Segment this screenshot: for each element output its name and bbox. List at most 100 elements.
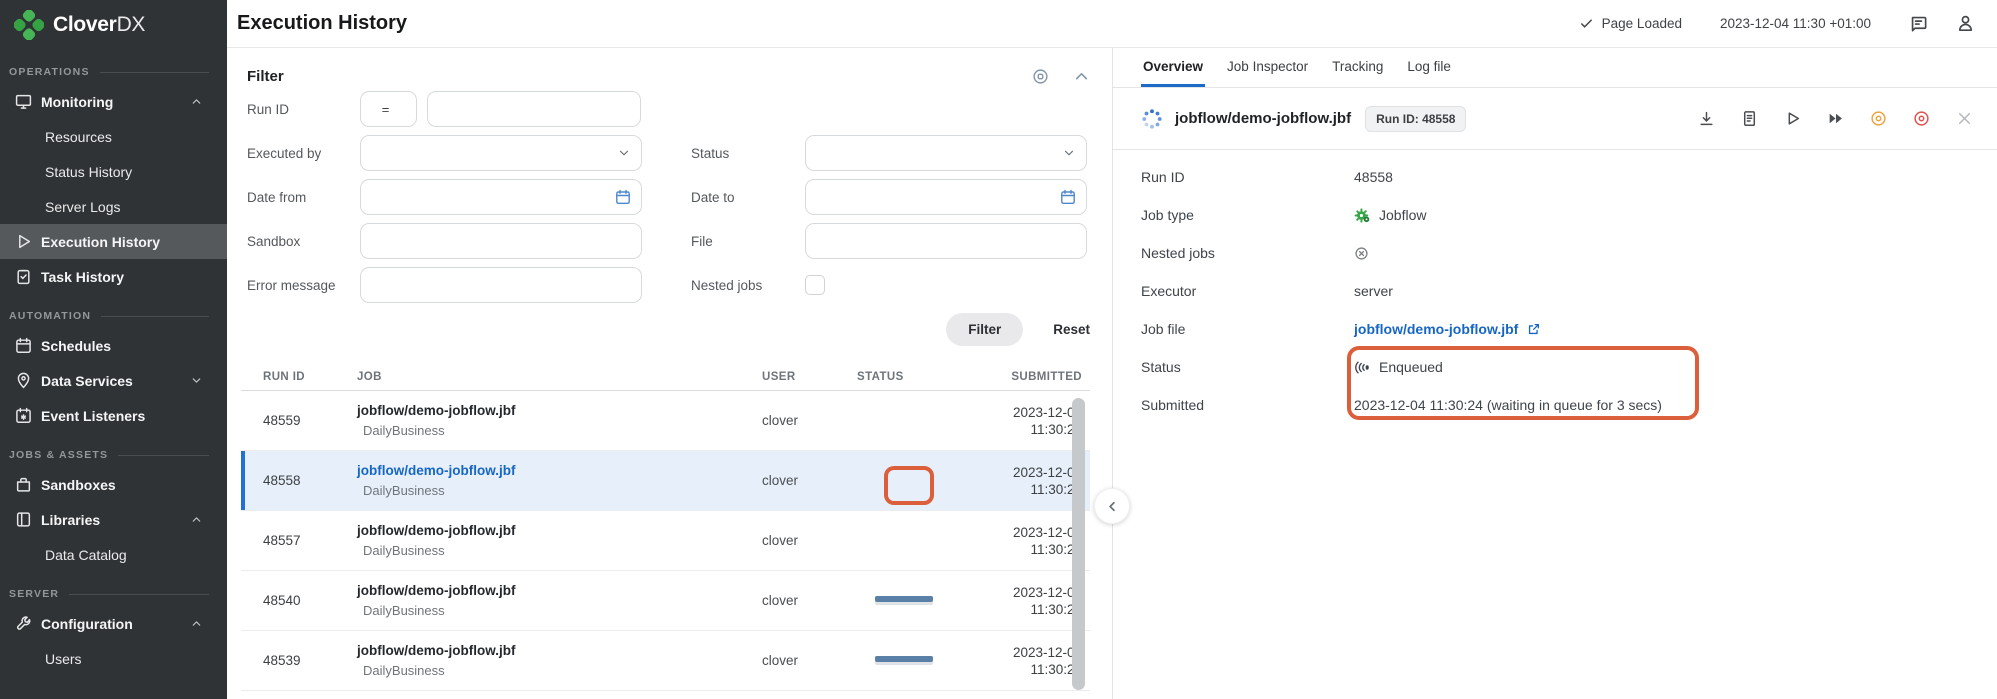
filter-form: Run ID=Executed byStatusDate fromDate to…: [227, 87, 1112, 307]
filter-row: Executed byStatus: [227, 131, 1112, 175]
table-row[interactable]: 48558jobflow/demo-jobflow.jbfDailyBusine…: [241, 451, 1090, 511]
sidebar-item-monitoring[interactable]: Monitoring: [0, 84, 227, 119]
detail-value-text: 48558: [1354, 169, 1393, 185]
job-link[interactable]: jobflow/demo-jobflow.jbf: [357, 642, 762, 660]
sidebar-item-label: Libraries: [41, 512, 100, 528]
run-details: Run ID48558Job typeJobflowNested jobsExe…: [1113, 150, 1997, 424]
run-icon[interactable]: [1784, 110, 1801, 127]
filter-input-sandbox[interactable]: [360, 223, 642, 259]
resume-icon[interactable]: [1827, 110, 1844, 127]
filter-button[interactable]: Filter: [946, 313, 1023, 346]
nav-section-divider: [100, 72, 209, 73]
sidebar-item-configuration[interactable]: Configuration: [0, 606, 227, 641]
filter-input-file[interactable]: [805, 223, 1087, 259]
nested-jobs-checkbox[interactable]: [805, 275, 825, 295]
detail-row: Executorserver: [1113, 272, 1997, 310]
submitted-time: 11:30:24: [972, 541, 1082, 558]
user-account-icon[interactable]: [1956, 14, 1975, 33]
sidebar-item-users[interactable]: Users: [0, 641, 227, 676]
tab-log-file[interactable]: Log file: [1405, 48, 1453, 87]
sidebar-item-task-history[interactable]: Task History: [0, 259, 227, 294]
submitted-date: 2023-12-04: [972, 464, 1082, 481]
run-id-operator-value: =: [382, 102, 390, 117]
filter-select-status[interactable]: [805, 135, 1087, 171]
sandbox-name: DailyBusiness: [363, 422, 445, 440]
table-scrollbar[interactable]: [1072, 398, 1085, 690]
clover-logo-icon: [14, 10, 44, 40]
sidebar-item-label: Data Catalog: [45, 547, 127, 563]
log-file-icon[interactable]: [1741, 110, 1758, 127]
brand-logo[interactable]: CloverDX: [0, 0, 227, 50]
table-row[interactable]: 48539jobflow/demo-jobflow.jbfDailyBusine…: [241, 631, 1090, 691]
detail-label: Executor: [1141, 283, 1354, 299]
jobflow-icon: [1354, 207, 1371, 224]
status-cell: [857, 596, 972, 605]
tab-tracking[interactable]: Tracking: [1330, 48, 1385, 87]
sidebar-item-libraries[interactable]: Libraries: [0, 502, 227, 537]
sidebar-item-server-logs[interactable]: Server Logs: [0, 189, 227, 224]
sidebar-item-label: Task History: [41, 269, 124, 285]
pin-icon: [15, 372, 32, 389]
run-id-value: 48559: [263, 413, 301, 428]
run-id-value: 48558: [263, 473, 301, 488]
sidebar-item-data-catalog[interactable]: Data Catalog: [0, 537, 227, 572]
sidebar-item-resources[interactable]: Resources: [0, 119, 227, 154]
chevron-up: [190, 95, 203, 108]
abort-icon[interactable]: [1870, 110, 1887, 127]
reset-button[interactable]: Reset: [1053, 322, 1090, 337]
panel-collapse-button[interactable]: [1094, 488, 1130, 524]
filter-date-date-from[interactable]: [360, 179, 642, 215]
tab-job-inspector[interactable]: Job Inspector: [1225, 48, 1310, 87]
sidebar-item-label: Event Listeners: [41, 408, 145, 424]
user-cell: clover: [762, 653, 857, 668]
job-link[interactable]: jobflow/demo-jobflow.jbf: [357, 462, 762, 480]
filter-date-date-to[interactable]: [805, 179, 1087, 215]
detail-row: Submitted2023-12-04 11:30:24 (waiting in…: [1113, 386, 1997, 424]
sidebar-item-execution-history[interactable]: Execution History: [0, 224, 227, 259]
job-sandbox: DailyBusiness: [357, 422, 762, 440]
sidebar-item-sandboxes[interactable]: Sandboxes: [0, 467, 227, 502]
table-row[interactable]: 48540jobflow/demo-jobflow.jbfDailyBusine…: [241, 571, 1090, 631]
job-link[interactable]: jobflow/demo-jobflow.jbf: [357, 402, 762, 420]
tab-overview[interactable]: Overview: [1141, 48, 1205, 87]
sidebar-item-data-services[interactable]: Data Services: [0, 363, 227, 398]
page-loaded-status: Page Loaded: [1579, 16, 1682, 31]
nav-section-divider: [118, 455, 209, 456]
download-icon[interactable]: [1698, 110, 1715, 127]
sidebar-item-label: Server Logs: [45, 199, 120, 215]
sidebar: CloverDX OPERATIONSMonitoringResourcesSt…: [0, 0, 227, 699]
calendar-icon: [1060, 189, 1076, 205]
column-header-run-id: RUN ID: [263, 371, 357, 383]
sidebar-item-status-history[interactable]: Status History: [0, 154, 227, 189]
nav-section-label: AUTOMATION: [9, 310, 91, 322]
filter-row: Error messageNested jobs: [227, 263, 1112, 307]
nested-none-icon: [1354, 246, 1369, 261]
filter-input-error-message[interactable]: [360, 267, 642, 303]
run-id-input[interactable]: [427, 91, 641, 127]
filter-target-icon[interactable]: [1032, 68, 1049, 85]
filter-header: Filter: [247, 68, 1090, 85]
chevron-up: [190, 513, 203, 526]
library-icon: [15, 511, 32, 528]
running-progress-bar: [875, 656, 933, 665]
filter-select-executed-by[interactable]: [360, 135, 642, 171]
app: CloverDX OPERATIONSMonitoringResourcesSt…: [0, 0, 1997, 699]
calendar-star-icon: [15, 407, 32, 424]
kill-icon[interactable]: [1913, 110, 1930, 127]
filter-collapse-icon[interactable]: [1073, 68, 1090, 85]
feedback-icon[interactable]: [1909, 14, 1928, 33]
sidebar-item-schedules[interactable]: Schedules: [0, 328, 227, 363]
run-id-operator-select[interactable]: =: [360, 91, 417, 127]
sidebar-item-event-listeners[interactable]: Event Listeners: [0, 398, 227, 433]
table-row[interactable]: 48557jobflow/demo-jobflow.jbfDailyBusine…: [241, 511, 1090, 571]
topbar: Execution History Page Loaded 2023-12-04…: [227, 0, 1997, 48]
job-link[interactable]: jobflow/demo-jobflow.jbf: [357, 582, 762, 600]
table-row[interactable]: 48559 jobflow/demo-jobflow.jbf DailyBusine…: [241, 391, 1090, 451]
job-link[interactable]: jobflow/demo-jobflow.jbf: [357, 522, 762, 540]
job-title: jobflow/demo-jobflow.jbf: [1175, 110, 1351, 127]
job-file-link[interactable]: jobflow/demo-jobflow.jbf: [1354, 321, 1518, 337]
close-icon[interactable]: [1956, 110, 1973, 127]
detail-row: Run ID48558: [1113, 158, 1997, 196]
runs-table: RUN IDJOBUSERSTATUSSUBMITTED48559jobflow…: [241, 363, 1090, 691]
submitted-cell: 2023-12-0411:30:23: [972, 644, 1082, 678]
